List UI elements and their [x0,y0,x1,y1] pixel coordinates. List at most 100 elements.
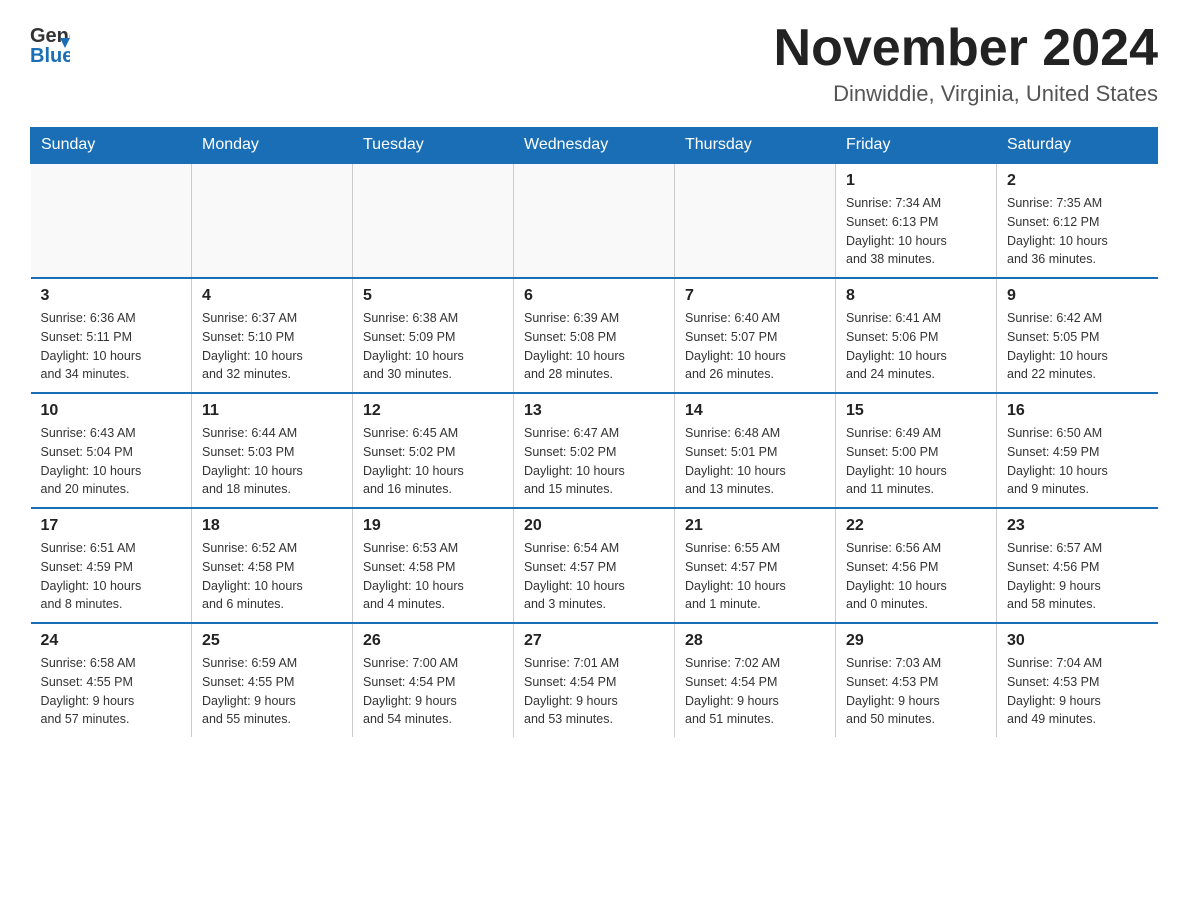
day-cell-3: 3Sunrise: 6:36 AMSunset: 5:11 PMDaylight… [31,278,192,393]
day-cell-5: 5 Sunrise: 6:38 AMSunset: 5:09 PMDaylight… [353,278,514,393]
day-cell-10: 10Sunrise: 6:43 AMSunset: 5:04 PMDayligh… [31,393,192,508]
day-info: Sunrise: 7:03 AMSunset: 4:53 PMDaylight:… [846,654,986,729]
header-cell-monday: Monday [192,128,353,164]
day-cell-24: 24 Sunrise: 6:58 AMSunset: 4:55 PMDayligh… [31,623,192,737]
day-info: Sunrise: 7:02 AMSunset: 4:54 PMDaylight:… [685,654,825,729]
day-number: 29 [846,632,986,650]
calendar-header: SundayMondayTuesdayWednesdayThursdayFrid… [31,128,1158,164]
day-cell-12: 12 Sunrise: 6:45 AMSunset: 5:02 PMDayligh… [353,393,514,508]
day-number: 24 [41,632,182,650]
day-cell-28: 28 Sunrise: 7:02 AMSunset: 4:54 PMDayligh… [675,623,836,737]
day-number: 30 [1007,632,1148,650]
day-number: 1 [846,172,986,190]
day-cell-empty [353,163,514,278]
day-cell-empty [192,163,353,278]
header-cell-thursday: Thursday [675,128,836,164]
day-cell-18: 18Sunrise: 6:52 AMSunset: 4:58 PMDayligh… [192,508,353,623]
day-info: Sunrise: 6:49 AMSunset: 5:00 PMDaylight:… [846,424,986,499]
day-info: Sunrise: 7:35 AMSunset: 6:12 PMDaylight:… [1007,194,1148,269]
day-cell-11: 11Sunrise: 6:44 AMSunset: 5:03 PMDayligh… [192,393,353,508]
calendar-body: 1 Sunrise: 7:34 AMSunset: 6:13 PMDaylight… [31,163,1158,737]
day-number: 19 [363,517,503,535]
day-cell-13: 13 Sunrise: 6:47 AMSunset: 5:02 PMDayligh… [514,393,675,508]
day-number: 25 [202,632,342,650]
day-cell-4: 4 Sunrise: 6:37 AMSunset: 5:10 PMDaylight… [192,278,353,393]
calendar-title: November 2024 [774,20,1158,77]
header-cell-wednesday: Wednesday [514,128,675,164]
day-number: 10 [41,402,182,420]
week-row-4: 24 Sunrise: 6:58 AMSunset: 4:55 PMDayligh… [31,623,1158,737]
day-info: Sunrise: 6:36 AMSunset: 5:11 PMDaylight:… [41,309,182,384]
header-row: SundayMondayTuesdayWednesdayThursdayFrid… [31,128,1158,164]
day-info: Sunrise: 6:40 AMSunset: 5:07 PMDaylight:… [685,309,825,384]
day-number: 2 [1007,172,1148,190]
day-cell-2: 2 Sunrise: 7:35 AMSunset: 6:12 PMDaylight… [997,163,1158,278]
day-cell-22: 22Sunrise: 6:56 AMSunset: 4:56 PMDayligh… [836,508,997,623]
day-number: 27 [524,632,664,650]
day-number: 13 [524,402,664,420]
day-cell-29: 29 Sunrise: 7:03 AMSunset: 4:53 PMDayligh… [836,623,997,737]
day-info: Sunrise: 6:48 AMSunset: 5:01 PMDaylight:… [685,424,825,499]
day-info: Sunrise: 6:54 AMSunset: 4:57 PMDaylight:… [524,539,664,614]
day-number: 15 [846,402,986,420]
day-cell-16: 16 Sunrise: 6:50 AMSunset: 4:59 PMDayligh… [997,393,1158,508]
day-number: 22 [846,517,986,535]
day-info: Sunrise: 7:00 AMSunset: 4:54 PMDaylight:… [363,654,503,729]
day-number: 26 [363,632,503,650]
calendar-table: SundayMondayTuesdayWednesdayThursdayFrid… [30,127,1158,737]
day-number: 28 [685,632,825,650]
day-info: Sunrise: 6:38 AMSunset: 5:09 PMDaylight:… [363,309,503,384]
day-cell-25: 25 Sunrise: 6:59 AMSunset: 4:55 PMDayligh… [192,623,353,737]
day-info: Sunrise: 6:58 AMSunset: 4:55 PMDaylight:… [41,654,182,729]
day-cell-empty [31,163,192,278]
day-cell-26: 26 Sunrise: 7:00 AMSunset: 4:54 PMDayligh… [353,623,514,737]
day-cell-20: 20 Sunrise: 6:54 AMSunset: 4:57 PMDayligh… [514,508,675,623]
day-number: 5 [363,287,503,305]
day-info: Sunrise: 6:39 AMSunset: 5:08 PMDaylight:… [524,309,664,384]
day-number: 16 [1007,402,1148,420]
day-info: Sunrise: 6:45 AMSunset: 5:02 PMDaylight:… [363,424,503,499]
day-info: Sunrise: 6:37 AMSunset: 5:10 PMDaylight:… [202,309,342,384]
week-row-2: 10Sunrise: 6:43 AMSunset: 5:04 PMDayligh… [31,393,1158,508]
day-cell-7: 7 Sunrise: 6:40 AMSunset: 5:07 PMDaylight… [675,278,836,393]
day-number: 20 [524,517,664,535]
day-cell-14: 14Sunrise: 6:48 AMSunset: 5:01 PMDayligh… [675,393,836,508]
day-number: 12 [363,402,503,420]
logo: General Blue [30,20,70,70]
calendar-subtitle: Dinwiddie, Virginia, United States [774,81,1158,107]
day-cell-21: 21Sunrise: 6:55 AMSunset: 4:57 PMDayligh… [675,508,836,623]
day-info: Sunrise: 6:51 AMSunset: 4:59 PMDaylight:… [41,539,182,614]
day-number: 6 [524,287,664,305]
header-cell-friday: Friday [836,128,997,164]
title-block: November 2024 Dinwiddie, Virginia, Unite… [774,20,1158,107]
day-cell-1: 1 Sunrise: 7:34 AMSunset: 6:13 PMDaylight… [836,163,997,278]
day-cell-8: 8Sunrise: 6:41 AMSunset: 5:06 PMDaylight… [836,278,997,393]
day-cell-15: 15 Sunrise: 6:49 AMSunset: 5:00 PMDayligh… [836,393,997,508]
day-cell-17: 17Sunrise: 6:51 AMSunset: 4:59 PMDayligh… [31,508,192,623]
day-cell-empty [514,163,675,278]
day-cell-19: 19 Sunrise: 6:53 AMSunset: 4:58 PMDayligh… [353,508,514,623]
day-cell-23: 23Sunrise: 6:57 AMSunset: 4:56 PMDayligh… [997,508,1158,623]
day-info: Sunrise: 6:52 AMSunset: 4:58 PMDaylight:… [202,539,342,614]
day-number: 23 [1007,517,1148,535]
day-number: 7 [685,287,825,305]
day-info: Sunrise: 6:41 AMSunset: 5:06 PMDaylight:… [846,309,986,384]
header-cell-tuesday: Tuesday [353,128,514,164]
day-info: Sunrise: 6:53 AMSunset: 4:58 PMDaylight:… [363,539,503,614]
day-number: 21 [685,517,825,535]
day-info: Sunrise: 6:50 AMSunset: 4:59 PMDaylight:… [1007,424,1148,499]
day-info: Sunrise: 6:42 AMSunset: 5:05 PMDaylight:… [1007,309,1148,384]
day-info: Sunrise: 6:59 AMSunset: 4:55 PMDaylight:… [202,654,342,729]
day-number: 9 [1007,287,1148,305]
day-info: Sunrise: 6:47 AMSunset: 5:02 PMDaylight:… [524,424,664,499]
day-cell-30: 30 Sunrise: 7:04 AMSunset: 4:53 PMDayligh… [997,623,1158,737]
day-info: Sunrise: 7:34 AMSunset: 6:13 PMDaylight:… [846,194,986,269]
week-row-3: 17Sunrise: 6:51 AMSunset: 4:59 PMDayligh… [31,508,1158,623]
day-number: 4 [202,287,342,305]
day-info: Sunrise: 7:04 AMSunset: 4:53 PMDaylight:… [1007,654,1148,729]
header-cell-saturday: Saturday [997,128,1158,164]
day-info: Sunrise: 6:44 AMSunset: 5:03 PMDaylight:… [202,424,342,499]
day-info: Sunrise: 7:01 AMSunset: 4:54 PMDaylight:… [524,654,664,729]
week-row-0: 1 Sunrise: 7:34 AMSunset: 6:13 PMDaylight… [31,163,1158,278]
day-cell-9: 9 Sunrise: 6:42 AMSunset: 5:05 PMDaylight… [997,278,1158,393]
